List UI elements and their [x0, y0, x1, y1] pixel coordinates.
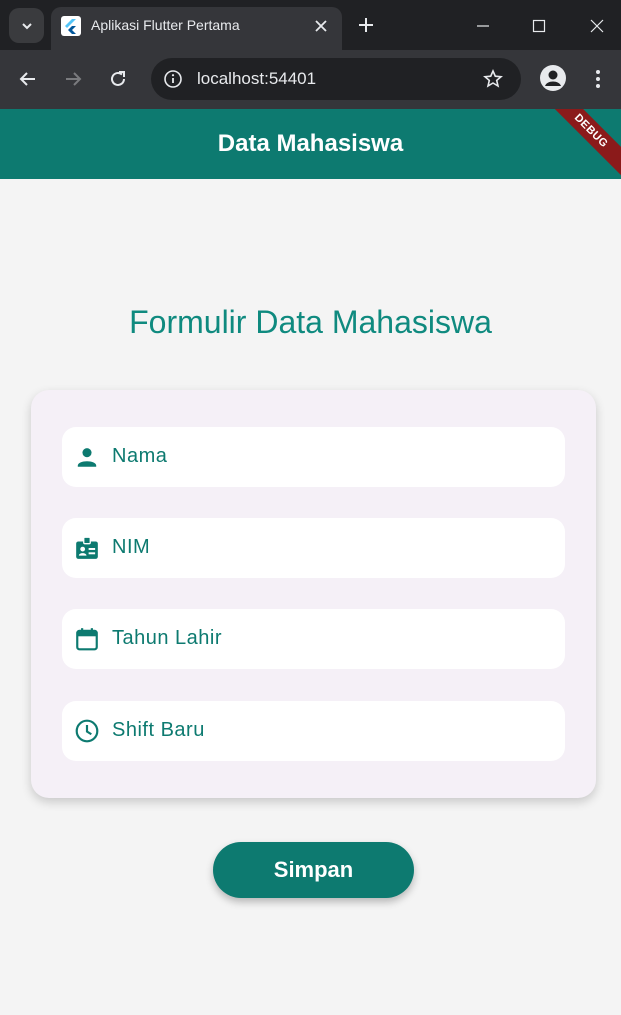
window-close-button[interactable]: [577, 8, 617, 44]
bookmark-star-icon[interactable]: [481, 67, 505, 91]
close-icon: [315, 20, 327, 32]
calendar-icon: [76, 628, 98, 651]
new-tab-button[interactable]: [353, 12, 379, 38]
shift-baru-label: Shift Baru: [112, 719, 205, 741]
app-bar-title: Data Mahasiswa: [217, 130, 404, 157]
arrow-right-icon: [66, 72, 82, 86]
page-title: Formulir Data Mahasiswa: [129, 304, 492, 340]
nama-field[interactable]: Nama: [62, 427, 565, 487]
minimize-icon: [477, 25, 489, 27]
nama-label: Nama: [112, 445, 168, 467]
tab-title: Aplikasi Flutter Pertama: [91, 17, 240, 33]
tahun-lahir-field[interactable]: Tahun Lahir: [62, 609, 565, 669]
site-info-icon[interactable]: [161, 67, 185, 91]
save-button[interactable]: Simpan: [213, 842, 414, 898]
url-text: localhost:54401: [197, 69, 317, 88]
reload-button[interactable]: [102, 63, 134, 95]
maximize-button[interactable]: [519, 8, 559, 44]
browser-toolbar: localhost:54401: [0, 50, 621, 109]
plus-icon: [359, 18, 373, 32]
nim-label: NIM: [112, 536, 151, 558]
tahun-lahir-label: Tahun Lahir: [112, 627, 223, 649]
address-bar[interactable]: localhost:54401: [151, 58, 521, 100]
maximize-icon: [532, 19, 546, 33]
browser-tab[interactable]: Aplikasi Flutter Pertama: [51, 7, 342, 50]
tab-search-button[interactable]: [9, 8, 44, 43]
tab-close-button[interactable]: [310, 15, 332, 37]
profile-avatar-icon[interactable]: [540, 65, 566, 91]
browser-tab-bar: Aplikasi Flutter Pertama: [0, 0, 621, 50]
person-icon: [77, 448, 97, 467]
back-button[interactable]: [12, 63, 44, 95]
browser-menu-button[interactable]: [586, 63, 610, 95]
badge-icon: [76, 536, 98, 559]
nim-field[interactable]: NIM: [62, 518, 565, 578]
flutter-icon: [61, 16, 81, 36]
form-card: Nama NIM Tahun Lahir Shift Baru: [31, 390, 596, 798]
clock-icon: [75, 719, 99, 743]
arrow-left-icon: [19, 72, 35, 86]
shift-baru-field[interactable]: Shift Baru: [62, 701, 565, 761]
reload-icon: [111, 71, 125, 86]
more-vertical-icon: [596, 70, 600, 88]
forward-button[interactable]: [57, 63, 89, 95]
close-icon: [590, 19, 604, 33]
app-bar: Data Mahasiswa DEBUG: [0, 109, 621, 179]
minimize-button[interactable]: [463, 8, 503, 44]
chevron-down-icon: [21, 22, 32, 29]
